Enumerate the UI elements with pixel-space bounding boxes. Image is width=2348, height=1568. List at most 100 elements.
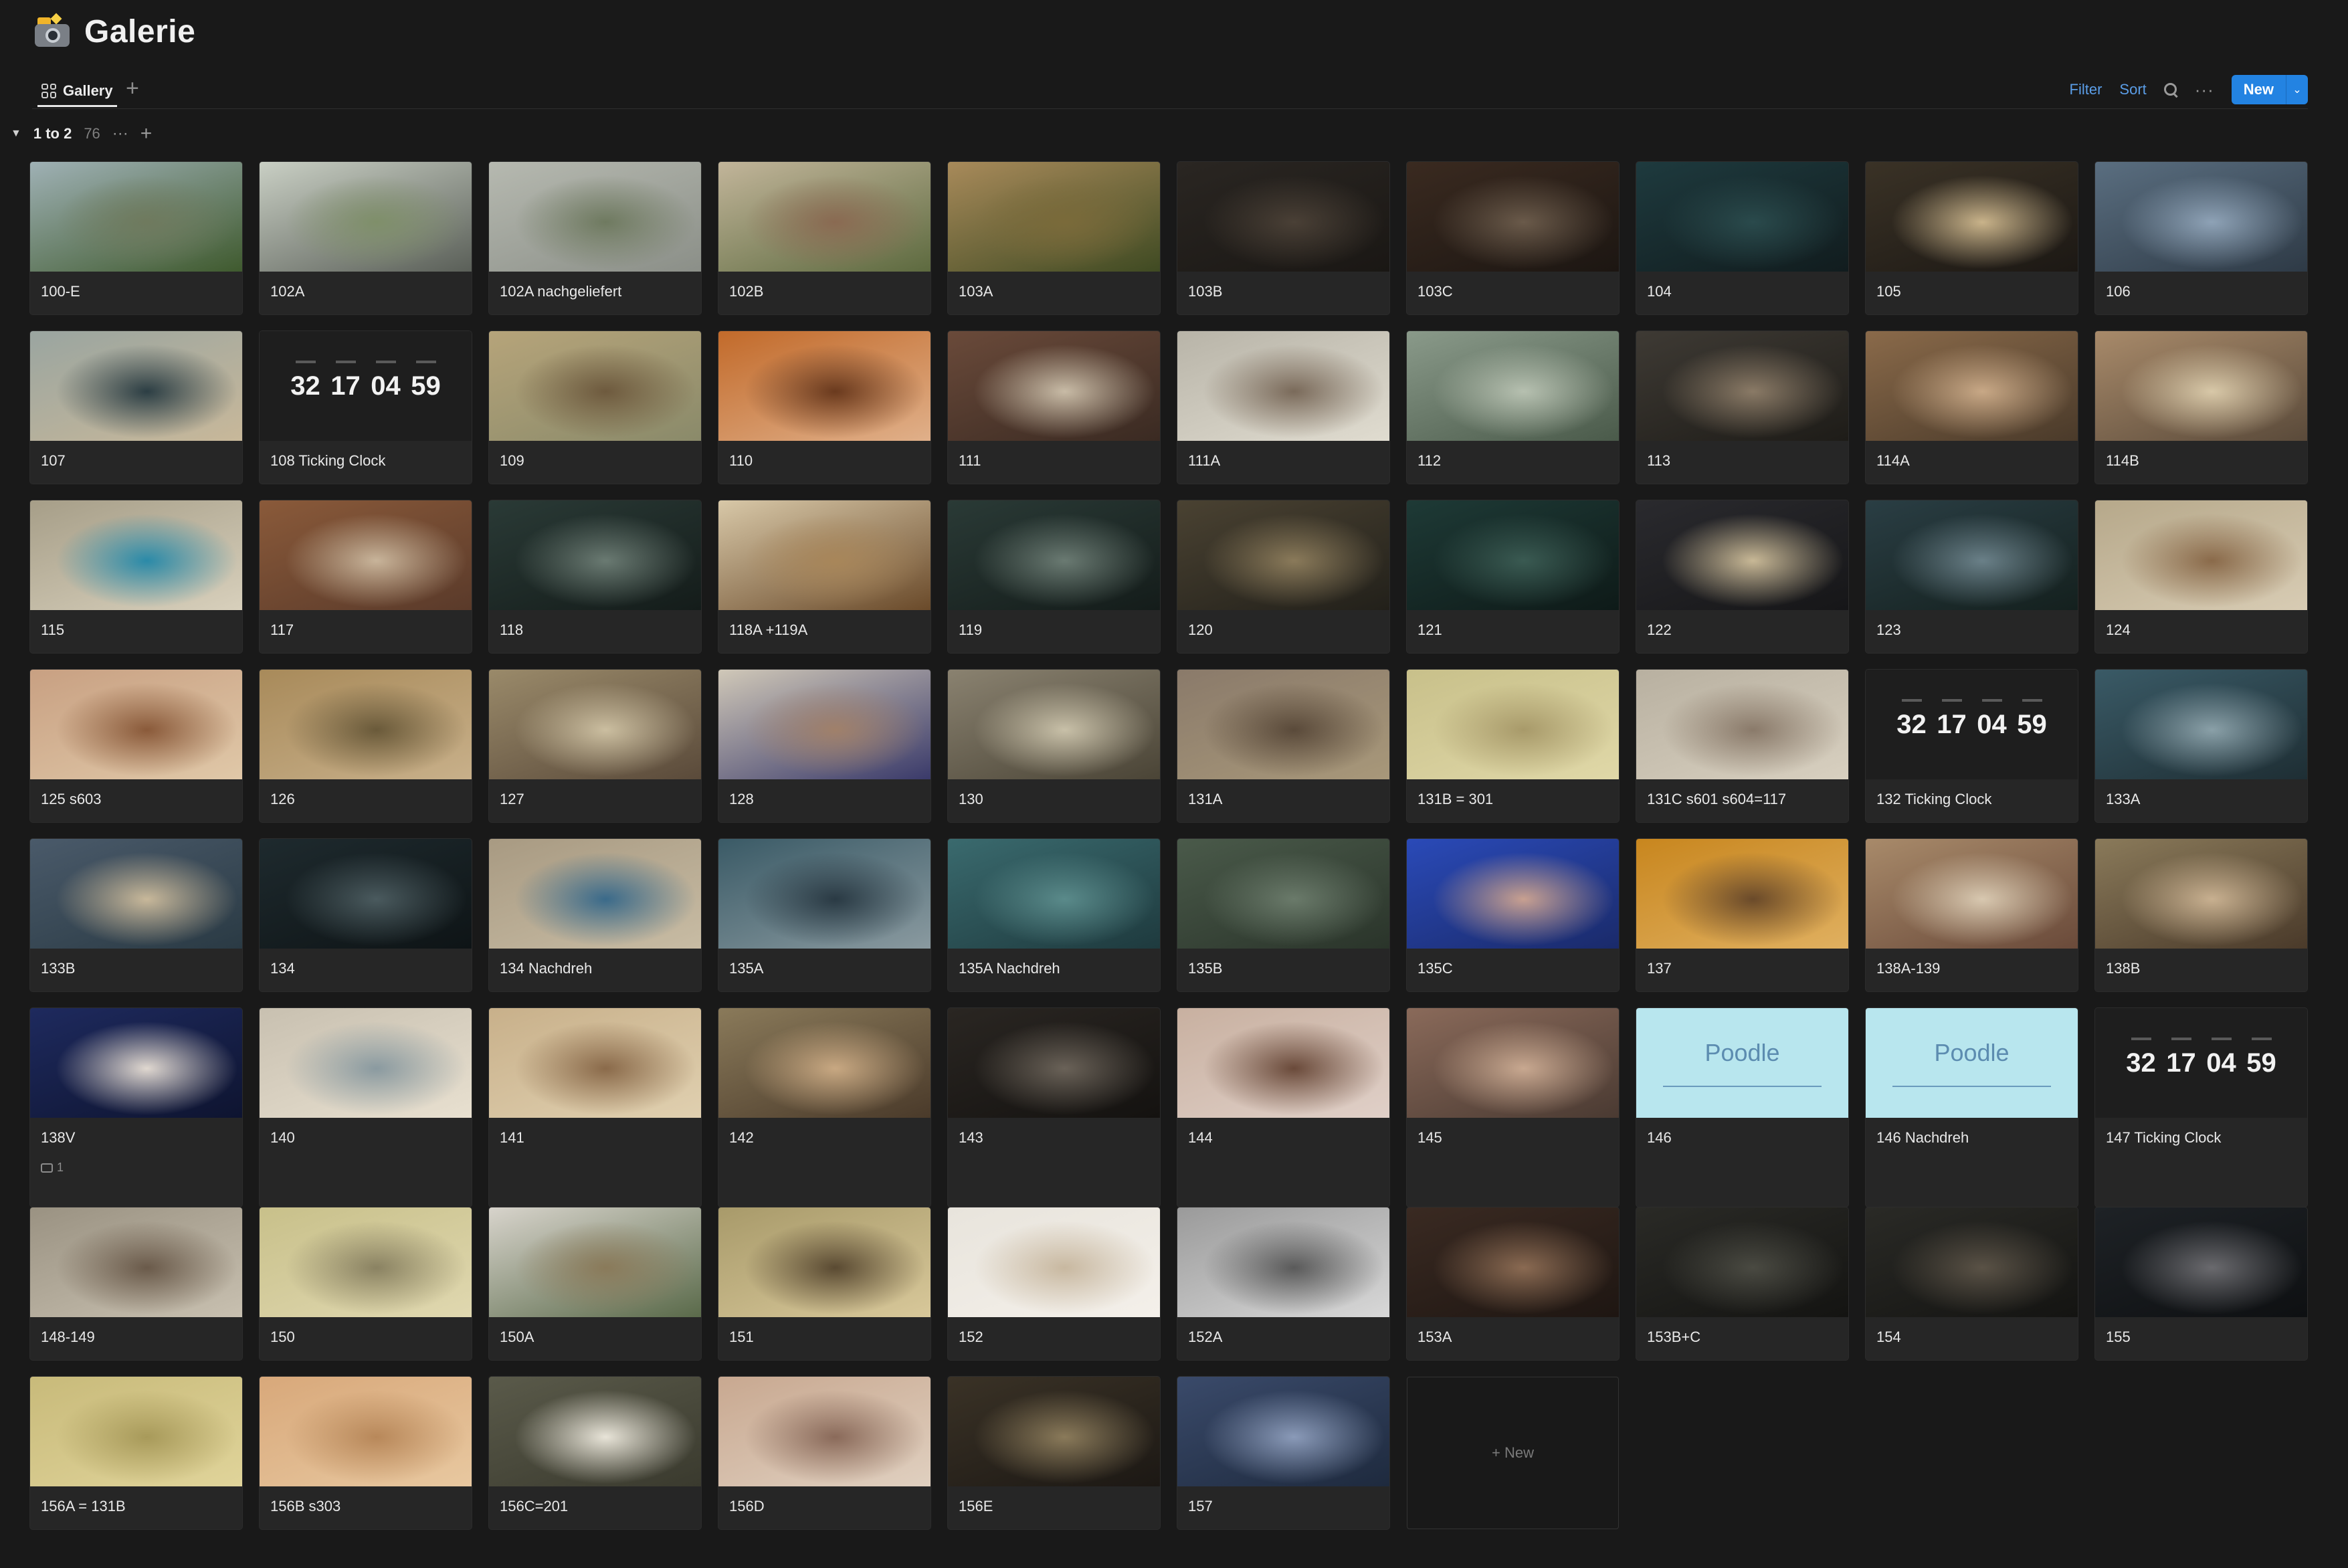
gallery-card[interactable]: 153B+C	[1636, 1207, 1848, 1360]
gallery-card[interactable]: 105	[1866, 162, 2078, 314]
gallery-card[interactable]: 156E	[948, 1377, 1160, 1529]
new-button[interactable]: New	[2232, 75, 2286, 104]
gallery-card[interactable]: 157	[1177, 1377, 1389, 1529]
gallery-card[interactable]: 102A	[260, 162, 472, 314]
gallery-card[interactable]: 142	[718, 1008, 931, 1207]
gallery-card[interactable]: 156C=201	[489, 1377, 701, 1529]
gallery-card[interactable]: 133B	[30, 839, 242, 991]
gallery-card[interactable]: 32 17 04 59 132 Ticking Clock	[1866, 670, 2078, 822]
gallery-card[interactable]: 114A	[1866, 331, 2078, 484]
gallery-card[interactable]: 102A nachgeliefert	[489, 162, 701, 314]
gallery-card[interactable]: 140	[260, 1008, 472, 1207]
group-add-button[interactable]: +	[140, 124, 153, 144]
poodle-logo: Poodle	[1704, 1039, 1780, 1066]
gallery-card[interactable]: 107	[30, 331, 242, 484]
gallery-card[interactable]: 150	[260, 1207, 472, 1360]
gallery-card[interactable]: 120	[1177, 500, 1389, 653]
more-icon[interactable]: ···	[2195, 81, 2214, 98]
gallery-card[interactable]: 119	[948, 500, 1160, 653]
collapse-caret-icon[interactable]: ▼	[11, 128, 21, 140]
card-cover-image	[1407, 1207, 1619, 1317]
filter-button[interactable]: Filter	[2070, 81, 2102, 98]
gallery-card[interactable]: 145	[1407, 1008, 1619, 1207]
gallery-card[interactable]: 112	[1407, 331, 1619, 484]
card-title: 153A	[1417, 1329, 1452, 1345]
gallery-card[interactable]: 151	[718, 1207, 931, 1360]
gallery-card[interactable]: 103C	[1407, 162, 1619, 314]
gallery-card[interactable]: 100-E	[30, 162, 242, 314]
group-more-icon[interactable]: ···	[112, 124, 128, 143]
sort-button[interactable]: Sort	[2119, 81, 2146, 98]
tab-gallery[interactable]: Gallery	[37, 76, 117, 107]
gallery-card[interactable]: 102B	[718, 162, 931, 314]
gallery-card[interactable]: 115	[30, 500, 242, 653]
card-title: 152	[959, 1329, 983, 1345]
gallery-card[interactable]: 126	[260, 670, 472, 822]
gallery-card[interactable]: 150A	[489, 1207, 701, 1360]
gallery-card[interactable]: 111	[948, 331, 1160, 484]
gallery-card[interactable]: 156A = 131B	[30, 1377, 242, 1529]
gallery-card[interactable]: 110	[718, 331, 931, 484]
gallery-card[interactable]: 135A Nachdreh	[948, 839, 1160, 991]
gallery-card[interactable]: 155	[2095, 1207, 2307, 1360]
gallery-card[interactable]: 135A	[718, 839, 931, 991]
gallery-card[interactable]: 122	[1636, 500, 1848, 653]
gallery-card[interactable]: 144	[1177, 1008, 1389, 1207]
add-view-button[interactable]: +	[126, 76, 139, 100]
gallery-card[interactable]: 109	[489, 331, 701, 484]
gallery-card[interactable]: 106	[2095, 162, 2307, 314]
gallery-card[interactable]: 117	[260, 500, 472, 653]
gallery-card[interactable]: 123	[1866, 500, 2078, 653]
gallery-card[interactable]: 152	[948, 1207, 1160, 1360]
gallery-card[interactable]: 32 17 04 59 147 Ticking Clock	[2095, 1008, 2307, 1207]
page-header: Galerie	[32, 13, 195, 50]
gallery-card[interactable]: 118A +119A	[718, 500, 931, 653]
gallery-card[interactable]: Poodle 146	[1636, 1008, 1848, 1207]
gallery-card[interactable]: 138B	[2095, 839, 2307, 991]
gallery-card[interactable]: 118	[489, 500, 701, 653]
gallery-card[interactable]: 137	[1636, 839, 1848, 991]
gallery-card[interactable]: 141	[489, 1008, 701, 1207]
gallery-card[interactable]: 130	[948, 670, 1160, 822]
gallery-card[interactable]: 134	[260, 839, 472, 991]
gallery-card[interactable]: 113	[1636, 331, 1848, 484]
gallery-card[interactable]: 153A	[1407, 1207, 1619, 1360]
gallery-card[interactable]: 134 Nachdreh	[489, 839, 701, 991]
gallery-card[interactable]: 32 17 04 59 108 Ticking Clock	[260, 331, 472, 484]
gallery-card[interactable]: 156D	[718, 1377, 931, 1529]
gallery-card[interactable]: 135C	[1407, 839, 1619, 991]
gallery-card[interactable]: 103A	[948, 162, 1160, 314]
gallery-card[interactable]: 124	[2095, 500, 2307, 653]
chevron-down-icon[interactable]: ⌄	[2286, 75, 2308, 104]
gallery-card[interactable]: 133A	[2095, 670, 2307, 822]
gallery-card[interactable]: 127	[489, 670, 701, 822]
gallery-card[interactable]: 131B = 301	[1407, 670, 1619, 822]
gallery-card[interactable]: 152A	[1177, 1207, 1389, 1360]
comment-count[interactable]: 1	[41, 1161, 64, 1175]
gallery-card[interactable]: 111A	[1177, 331, 1389, 484]
gallery-card[interactable]: 138A-139	[1866, 839, 2078, 991]
gallery-card[interactable]: 154	[1866, 1207, 2078, 1360]
gallery-card[interactable]: 131C s601 s604=117	[1636, 670, 1848, 822]
page-title[interactable]: Galerie	[84, 13, 195, 50]
new-card-button[interactable]: + New	[1407, 1377, 1619, 1529]
gallery-card[interactable]: 104	[1636, 162, 1848, 314]
gallery-card[interactable]: 148-149	[30, 1207, 242, 1360]
gallery-card[interactable]: 156B s303	[260, 1377, 472, 1529]
gallery-card[interactable]: 138V 1	[30, 1008, 242, 1207]
gallery-card[interactable]: 121	[1407, 500, 1619, 653]
camera-flash-icon[interactable]	[32, 13, 72, 50]
card-title: 146	[1647, 1129, 1672, 1146]
gallery-card[interactable]: 103B	[1177, 162, 1389, 314]
gallery-card[interactable]: Poodle 146 Nachdreh	[1866, 1008, 2078, 1207]
gallery-card[interactable]: 135B	[1177, 839, 1389, 991]
search-icon[interactable]	[2163, 83, 2178, 98]
card-cover-image	[1407, 1008, 1619, 1118]
gallery-card[interactable]: 131A	[1177, 670, 1389, 822]
gallery-card[interactable]: 143	[948, 1008, 1160, 1207]
view-tabbar: Gallery + Filter Sort ··· New ⌄	[32, 70, 2308, 109]
group-title[interactable]: 1 to 2	[33, 125, 72, 142]
gallery-card[interactable]: 114B	[2095, 331, 2307, 484]
gallery-card[interactable]: 128	[718, 670, 931, 822]
gallery-card[interactable]: 125 s603	[30, 670, 242, 822]
